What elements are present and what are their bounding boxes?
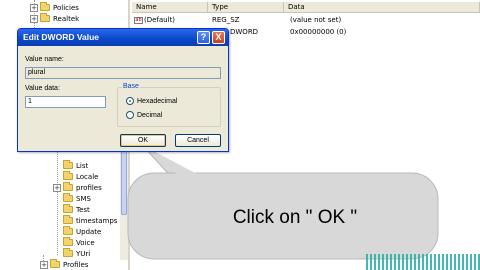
cancel-button[interactable]: Cancel: [175, 134, 221, 147]
base-groupbox: [117, 87, 221, 127]
radio-label: Decimal: [137, 111, 163, 119]
radio-hexadecimal[interactable]: Hexadecimal: [126, 97, 177, 105]
help-button[interactable]: ?: [197, 31, 210, 44]
radio-selected-icon[interactable]: [126, 97, 134, 105]
ok-button[interactable]: OK: [120, 134, 166, 147]
edit-dword-dialog: Edit DWORD Value ? X Value name: plural …: [17, 28, 229, 152]
value-data-field[interactable]: 1: [25, 96, 106, 108]
value-data-label: Value data:: [25, 85, 60, 92]
value-name-label: Value name:: [25, 56, 64, 63]
radio-decimal[interactable]: Decimal: [126, 111, 162, 119]
decorative-stripes: [366, 254, 480, 270]
radio-label: Hexadecimal: [137, 97, 178, 105]
callout-instruction: Click on " OK ": [232, 207, 358, 228]
close-button[interactable]: X: [212, 31, 225, 44]
radio-unselected-icon[interactable]: [126, 111, 134, 119]
base-label: Base: [122, 83, 140, 90]
value-name-field[interactable]: plural: [25, 67, 221, 79]
